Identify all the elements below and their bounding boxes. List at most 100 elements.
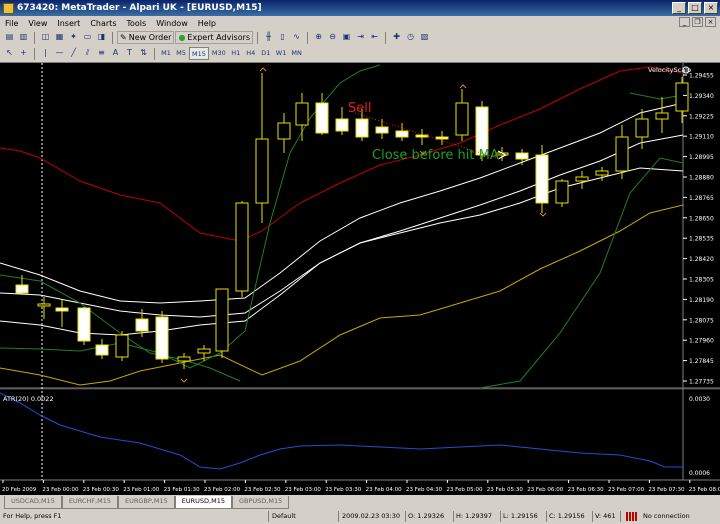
templates-icon[interactable]: ▧ <box>418 31 431 44</box>
data-window-icon[interactable]: ▦ <box>53 31 66 44</box>
tile-windows-icon[interactable]: ▣ <box>340 31 353 44</box>
time-label: 23 Feb 02:30 <box>244 487 281 493</box>
trendline-icon[interactable]: ╱ <box>67 47 80 60</box>
child-close-button[interactable]: × <box>705 17 716 27</box>
candle <box>15 284 29 294</box>
candle <box>595 170 609 176</box>
chart-tabs: USDCAD,M15 EURCHF,M15 EURGBP,M15 EURUSD,… <box>0 496 720 509</box>
maximize-button[interactable]: □ <box>688 2 702 14</box>
time-label: 23 Feb 03:30 <box>325 487 362 493</box>
status-connection: No connection <box>643 512 690 520</box>
tab-gbpusd[interactable]: GBPUSD,M15 <box>231 496 290 509</box>
menu-tools[interactable]: Tools <box>121 19 151 28</box>
timeframe-d1[interactable]: D1 <box>259 47 273 60</box>
candle <box>55 307 69 312</box>
arrows-icon[interactable]: ⇅ <box>137 47 150 60</box>
expert-advisors-button[interactable]: ● Expert Advisors <box>175 31 254 44</box>
status-close: C: 1.29156 <box>549 512 585 520</box>
price-label: 1.28880 <box>689 175 714 182</box>
terminal-icon[interactable]: ▭ <box>81 31 94 44</box>
crosshair-icon[interactable]: + <box>17 47 30 60</box>
label-icon[interactable]: T <box>123 47 136 60</box>
fibonacci-icon[interactable]: ≡ <box>95 47 108 60</box>
candle <box>535 154 549 204</box>
menu-bar: File View Insert Charts Tools Window Hel… <box>0 16 720 30</box>
timeframe-m5[interactable]: M5 <box>174 47 188 60</box>
tab-eurchf[interactable]: EURCHF,M15 <box>61 496 118 509</box>
autoscroll-icon[interactable]: ⇥ <box>354 31 367 44</box>
line-chart-icon[interactable]: ∿ <box>290 31 303 44</box>
tab-eurgbp[interactable]: EURGBP,M15 <box>118 496 175 509</box>
equidistant-channel-icon[interactable]: ⫽ <box>81 47 94 60</box>
price-label: 1.28765 <box>689 195 714 202</box>
timeframe-h4[interactable]: H4 <box>244 47 258 60</box>
status-volume: V: 461 <box>595 512 616 520</box>
window-title: 673420: MetaTrader - Alpari UK - [EURUSD… <box>17 3 262 13</box>
child-minimize-button[interactable]: _ <box>679 17 690 27</box>
price-label: 1.29110 <box>689 134 714 141</box>
new-order-button[interactable]: ✎ New Order <box>117 31 175 44</box>
close-button[interactable]: × <box>704 2 718 14</box>
candle <box>355 118 369 138</box>
tester-icon[interactable]: ◨ <box>95 31 108 44</box>
price-label: 1.28995 <box>689 154 714 161</box>
status-high: H: 1.29397 <box>456 512 493 520</box>
price-label: 1.29340 <box>689 93 714 100</box>
market-watch-icon[interactable]: ◫ <box>39 31 52 44</box>
fractal-down-arrow <box>539 212 547 217</box>
connection-status-icon <box>626 512 638 521</box>
text-icon[interactable]: A <box>109 47 122 60</box>
new-chart-icon[interactable]: ▤ <box>3 31 16 44</box>
vertical-line-icon[interactable]: | <box>39 47 52 60</box>
price-label: 1.28075 <box>689 317 714 324</box>
atr-scale-label: 0.0030 <box>689 396 710 403</box>
horizontal-line-icon[interactable]: — <box>53 47 66 60</box>
candle <box>335 118 349 132</box>
menu-file[interactable]: File <box>0 19 23 28</box>
indicators-icon[interactable]: ✚ <box>390 31 403 44</box>
tab-eurusd[interactable]: EURUSD,M15 <box>174 496 232 509</box>
candle <box>635 118 649 138</box>
candlestick-icon[interactable]: ▯ <box>276 31 289 44</box>
timeframe-h1[interactable]: H1 <box>229 47 243 60</box>
zoom-in-icon[interactable]: ⊕ <box>312 31 325 44</box>
menu-charts[interactable]: Charts <box>85 19 121 28</box>
navigator-icon[interactable]: ✦ <box>67 31 80 44</box>
price-chart[interactable]: VelocityScalp Sell Close before hit MA A… <box>0 63 720 496</box>
timeframe-m15[interactable]: M15 <box>189 47 209 60</box>
candle <box>135 318 149 332</box>
atr-line <box>0 392 683 470</box>
menu-insert[interactable]: Insert <box>52 19 85 28</box>
candle <box>375 126 389 134</box>
price-label: 1.29225 <box>689 113 714 120</box>
zoom-out-icon[interactable]: ⊖ <box>326 31 339 44</box>
child-restore-button[interactable]: ❐ <box>692 17 703 27</box>
time-label: 23 Feb 01:30 <box>164 487 201 493</box>
candle <box>435 136 449 140</box>
atr-scale-label: 0.0006 <box>689 470 710 477</box>
menu-help[interactable]: Help <box>193 19 221 28</box>
time-label: 23 Feb 00:00 <box>42 487 79 493</box>
timeframe-mn[interactable]: MN <box>289 47 303 60</box>
green-band-lower-left <box>0 274 241 382</box>
fractal-down-arrow <box>180 378 188 383</box>
timeframe-m30[interactable]: M30 <box>210 47 228 60</box>
price-label: 1.28420 <box>689 256 714 263</box>
status-help: For Help, press F1 <box>3 512 62 520</box>
time-label: 23 Feb 00:30 <box>83 487 120 493</box>
menu-view[interactable]: View <box>23 19 52 28</box>
cursor-icon[interactable]: ↖ <box>3 47 16 60</box>
timeframe-m1[interactable]: M1 <box>159 47 173 60</box>
menu-window[interactable]: Window <box>151 19 193 28</box>
chart-window[interactable]: VelocityScalp Sell Close before hit MA A… <box>0 62 720 495</box>
timeframe-w1[interactable]: W1 <box>274 47 289 60</box>
candle <box>515 152 529 160</box>
bar-chart-icon[interactable]: ╫ <box>262 31 275 44</box>
candle <box>277 122 291 140</box>
chart-shift-icon[interactable]: ⇤ <box>368 31 381 44</box>
time-label: 23 Feb 07:30 <box>648 487 685 493</box>
tab-usdcad[interactable]: USDCAD,M15 <box>4 496 62 509</box>
profiles-icon[interactable]: ▥ <box>17 31 30 44</box>
minimize-button[interactable]: _ <box>672 2 686 14</box>
periods-icon[interactable]: ◷ <box>404 31 417 44</box>
